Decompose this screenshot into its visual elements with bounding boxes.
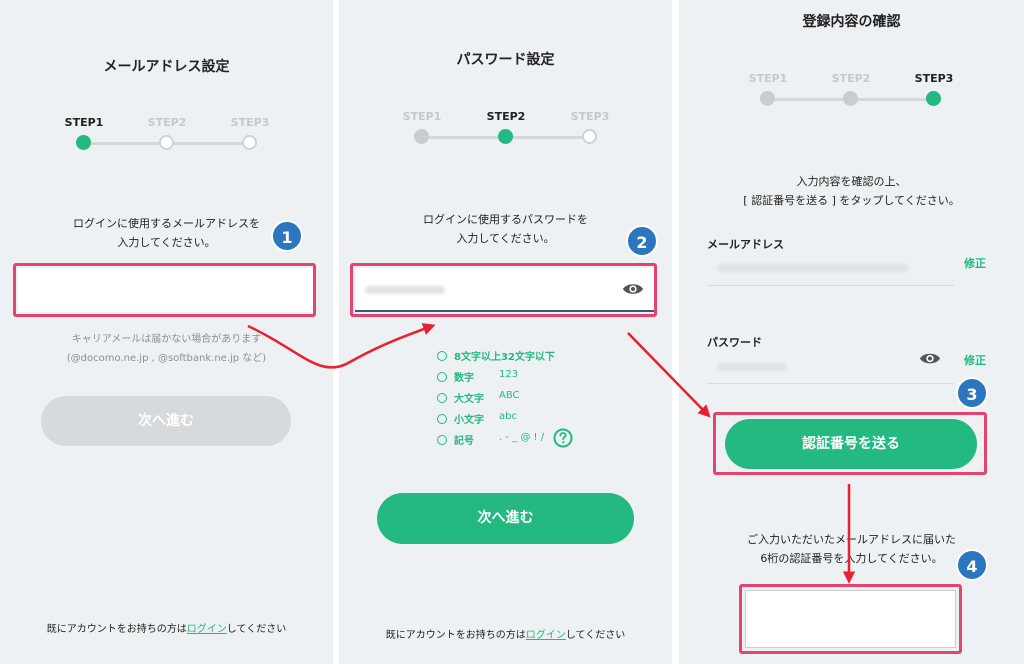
flow-arrows xyxy=(247,323,856,584)
arrow-1-to-2 xyxy=(247,323,436,369)
arrow-2-to-3 xyxy=(627,332,711,418)
